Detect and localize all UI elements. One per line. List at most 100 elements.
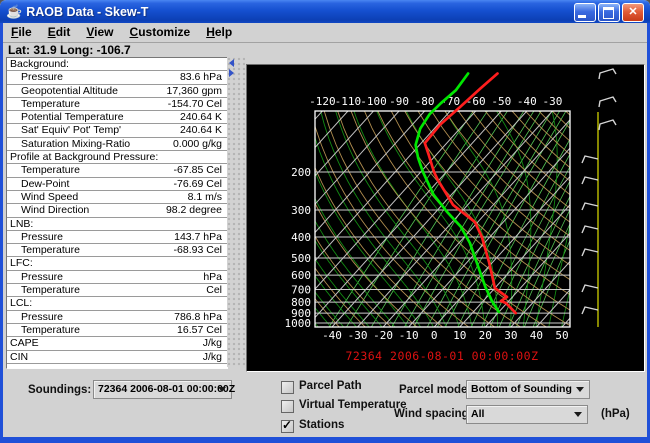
row-label: Profile at Background Pressure: — [10, 151, 158, 164]
row-label: Temperature — [21, 244, 80, 257]
table-row[interactable]: LCL: — [7, 297, 227, 310]
row-value: 83.6 hPa — [180, 71, 222, 84]
row-value: -68.93 Cel — [174, 244, 222, 257]
table-row[interactable]: Wind Direction98.2 degree — [7, 204, 227, 217]
maximize-icon — [603, 7, 614, 19]
wind-barb-icon — [582, 156, 598, 163]
top-axis-tick: -60 — [466, 95, 486, 108]
table-row[interactable]: Profile at Background Pressure: — [7, 151, 227, 164]
table-row[interactable]: Temperature-67.85 Cel — [7, 164, 227, 177]
java-app-icon: ☕ — [6, 0, 22, 23]
maximize-button[interactable] — [598, 3, 620, 22]
row-label: Pressure — [21, 311, 63, 324]
top-axis-tick: -120 — [309, 95, 336, 108]
menu-customize[interactable]: Customize — [122, 23, 199, 42]
table-row[interactable]: Saturation Mixing-Ratio0.000 g/kg — [7, 138, 227, 151]
window-border-left — [0, 23, 3, 443]
menu-help[interactable]: Help — [198, 23, 240, 42]
table-row[interactable]: Temperature -68.93 Cel — [7, 244, 227, 257]
table-row[interactable]: Background: — [7, 58, 227, 71]
bottom-axis-tick: 0 — [431, 329, 438, 342]
table-row[interactable]: Sat' Equiv' Pot' Temp'240.64 K — [7, 124, 227, 137]
chevron-down-icon — [574, 412, 582, 417]
checkbox-label: Stations — [299, 419, 344, 431]
row-value: 0.000 g/kg — [173, 138, 222, 151]
close-button[interactable]: ✕ — [622, 3, 644, 22]
check-mark-icon: ✓ — [282, 418, 292, 432]
table-row[interactable]: Wind Speed8.1 m/s — [7, 191, 227, 204]
bottom-axis-tick: -10 — [399, 329, 419, 342]
pressure-axis-tick: 500 — [291, 252, 311, 265]
row-label: CAPE — [10, 337, 39, 350]
table-row[interactable]: LFC: — [7, 257, 227, 270]
table-row[interactable]: Pressure143.7 hPa — [7, 231, 227, 244]
wind-barb-icon — [582, 203, 598, 210]
top-axis-tick: -100 — [360, 95, 387, 108]
row-label: Geopotential Altitude — [21, 85, 118, 98]
table-row[interactable]: Pressure 83.6 hPa — [7, 71, 227, 84]
table-row[interactable]: Temperature16.57 Cel — [7, 324, 227, 337]
row-label: Pressure — [21, 71, 63, 84]
sounding-data-table: Background:Pressure83.6 hPaGeopotential … — [6, 57, 228, 369]
row-value: J/kg — [203, 337, 222, 350]
checkbox-checked-icon[interactable]: ✓ — [281, 420, 294, 433]
top-axis-tick: -40 — [517, 95, 537, 108]
row-value: 17,360 gpm — [167, 85, 222, 98]
table-row[interactable]: Pressure 786.8 hPa — [7, 311, 227, 324]
pressure-axis-tick: 300 — [291, 204, 311, 217]
wind-barb-icon — [582, 285, 598, 292]
table-row[interactable]: CINJ/kg — [7, 351, 227, 364]
row-value: 786.8 hPa — [174, 311, 222, 324]
close-icon: ✕ — [623, 4, 643, 21]
top-axis-tick: -80 — [415, 95, 435, 108]
row-value: 143.7 hPa — [174, 231, 222, 244]
menu-edit[interactable]: Edit — [40, 23, 79, 42]
table-row[interactable]: PressurehPa — [7, 271, 227, 284]
row-value: 240.64 K — [180, 111, 222, 124]
bottom-axis-tick: 20 — [479, 329, 492, 342]
menu-view[interactable]: View — [78, 23, 121, 42]
bottom-axis-tick: 40 — [530, 329, 543, 342]
table-row[interactable]: Temperature Cel — [7, 284, 227, 297]
chevron-down-icon — [218, 387, 226, 392]
row-value: 8.1 m/s — [188, 191, 222, 204]
table-row[interactable]: LNB: — [7, 218, 227, 231]
window-border-bottom — [0, 437, 650, 443]
row-label: Temperature — [21, 98, 80, 111]
split-pane-divider[interactable] — [227, 57, 245, 367]
wind-spacing-label: Wind spacing: — [394, 408, 472, 420]
collapse-right-icon[interactable] — [229, 69, 234, 77]
table-row[interactable]: Dew-Point-76.69 Cel — [7, 178, 227, 191]
parcel-mode-combobox[interactable]: Bottom of Sounding — [466, 380, 590, 399]
table-row[interactable]: Geopotential Altitude 17,360 gpm — [7, 85, 227, 98]
skewt-plot: -120-110-100-90-80-70-60-50-40-30-40-30-… — [246, 64, 645, 372]
wind-barb-icon — [599, 97, 616, 107]
collapse-left-icon[interactable] — [229, 59, 234, 67]
pressure-axis-tick: 400 — [291, 231, 311, 244]
top-axis-tick: -50 — [491, 95, 511, 108]
checkbox-label: Virtual Temperature — [299, 399, 407, 411]
row-value: Cel — [206, 284, 222, 297]
wind-barb-icon — [599, 120, 616, 130]
row-value: hPa — [203, 271, 222, 284]
row-label: Temperature — [21, 284, 80, 297]
wind-barb-icon — [582, 249, 598, 256]
top-axis-tick: -110 — [335, 95, 362, 108]
soundings-combobox[interactable]: 72364 2006-08-01 00:00:00Z — [93, 380, 232, 399]
row-value: 240.64 K — [180, 124, 222, 137]
checkbox-unchecked-icon[interactable] — [281, 400, 294, 413]
table-row[interactable]: Potential Temperature240.64 K — [7, 111, 227, 124]
wind-barb-icon — [582, 177, 598, 184]
table-row[interactable]: CAPE J/kg — [7, 337, 227, 350]
row-value: 16.57 Cel — [177, 324, 222, 337]
wind-spacing-unit: (hPa) — [601, 408, 630, 420]
wind-spacing-combobox[interactable]: All — [466, 405, 588, 424]
window-title: RAOB Data - Skew-T — [26, 5, 148, 19]
wind-barb-icon — [599, 69, 616, 79]
minimize-button[interactable] — [574, 3, 596, 22]
table-row[interactable]: Temperature-154.70 Cel — [7, 98, 227, 111]
row-label: Temperature — [21, 164, 80, 177]
menu-file[interactable]: File — [3, 23, 40, 42]
row-label: Wind Direction — [21, 204, 89, 217]
checkbox-unchecked-icon[interactable] — [281, 381, 294, 394]
